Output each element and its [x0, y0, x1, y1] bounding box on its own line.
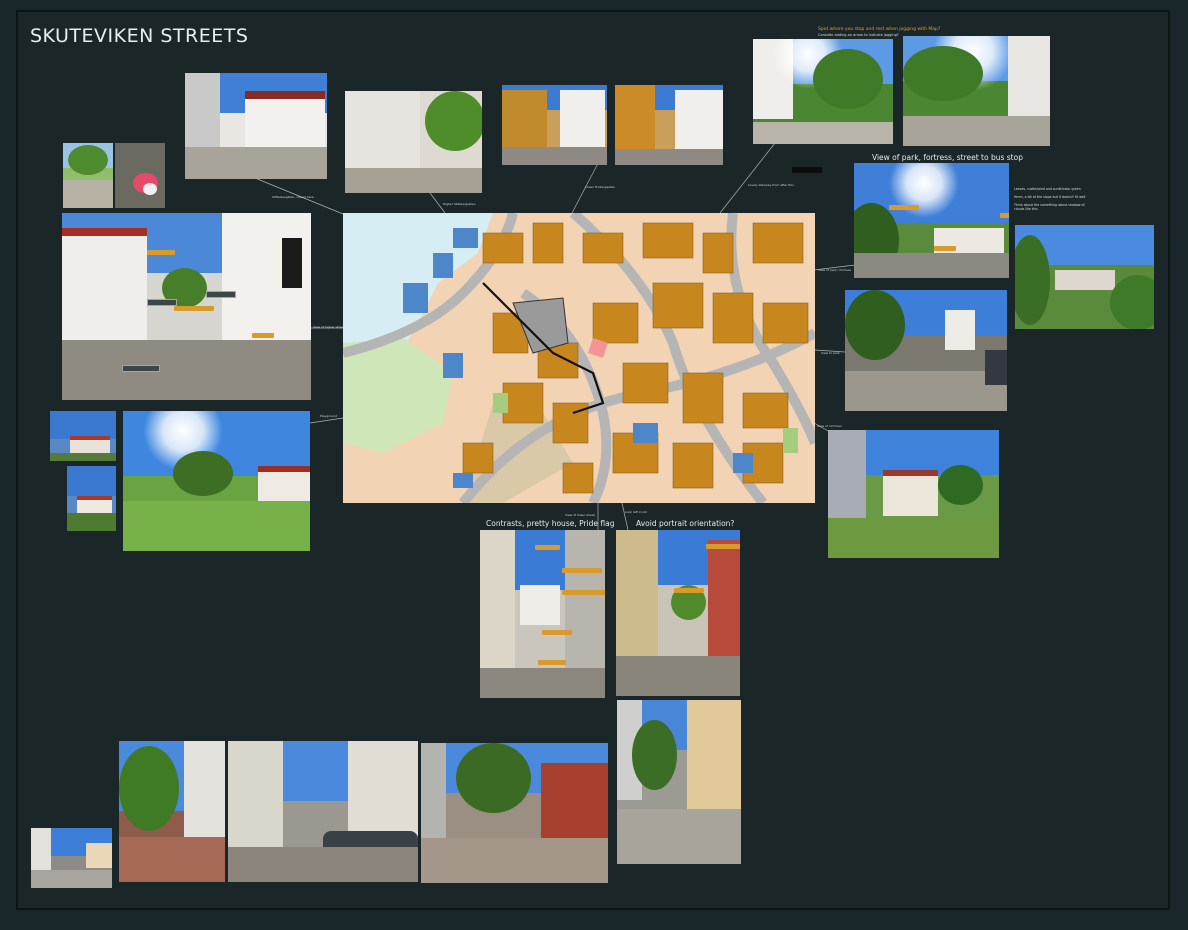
photo-flowers[interactable] — [115, 143, 165, 208]
link-label-10: View of lower street — [565, 513, 595, 517]
photo-white-house[interactable] — [345, 91, 482, 193]
top-note: Spot where you stop and rest when joggin… — [818, 27, 941, 32]
photo-small-houses-2[interactable] — [67, 466, 116, 531]
photo-parked-cars[interactable] — [228, 741, 418, 882]
link-label-11: Look left in old — [625, 510, 648, 514]
caption-portrait: Avoid portrait orientation? — [636, 519, 735, 528]
photo-yellow-white-houses-2[interactable] — [615, 85, 723, 165]
photo-sunny-square-2[interactable] — [903, 36, 1050, 146]
photo-town-overlook[interactable] — [1015, 225, 1154, 329]
caption-view-park: View of park, fortress, street to bus st… — [872, 153, 1023, 162]
photo-cobbled-path[interactable] — [617, 700, 741, 864]
photo-tree-street[interactable] — [119, 741, 225, 882]
link-label-7: View of old town — [817, 424, 842, 428]
side-note-3: Think about the something about shadow o… — [1014, 203, 1085, 211]
side-note-1: Leaves, rustle/wind and sunlit/color gre… — [1014, 187, 1081, 191]
photo-bottom-small[interactable] — [31, 828, 112, 888]
top-subnote: Consider adding an arrow to indicate jog… — [818, 33, 899, 37]
link-label-3: Lower Holbergsslien — [585, 185, 616, 189]
link-label-5: View of park / fortress — [818, 268, 851, 272]
redacted-box — [792, 167, 822, 173]
photo-narrow-lane[interactable] — [616, 530, 740, 696]
photo-contrast-street[interactable] — [480, 530, 605, 698]
link-label-6: View to park — [821, 351, 840, 355]
photo-small-houses-1[interactable] — [50, 411, 116, 461]
side-note-2: Hmm, a bit of the slope but it doesn't f… — [1014, 195, 1086, 199]
link-label-9: Playground — [320, 414, 337, 418]
caption-contrasts: Contrasts, pretty house, Pride flag — [486, 519, 615, 528]
photo-stone-wall[interactable] — [845, 290, 1007, 411]
photo-old-town[interactable] — [828, 430, 999, 558]
photo-yellow-white-houses-1[interactable] — [502, 85, 607, 165]
link-label-1: Stiftelsesgaten, closed here — [272, 195, 314, 199]
photo-playground-park[interactable] — [123, 411, 310, 551]
link-label-8: View of higher street — [313, 325, 345, 329]
photo-steep-lane[interactable] — [185, 73, 327, 179]
link-label-4: Lovely stairway from after this — [748, 183, 794, 187]
photo-red-houses-street[interactable] — [421, 743, 608, 883]
link-label-2: Higher Skibbergsslien — [443, 202, 476, 206]
photo-garden-path[interactable] — [63, 143, 113, 208]
photo-intersection[interactable] — [62, 213, 311, 400]
street-map[interactable] — [343, 213, 815, 503]
photo-sunny-square-1[interactable] — [753, 39, 893, 144]
photo-fortress-view[interactable] — [854, 163, 1009, 278]
